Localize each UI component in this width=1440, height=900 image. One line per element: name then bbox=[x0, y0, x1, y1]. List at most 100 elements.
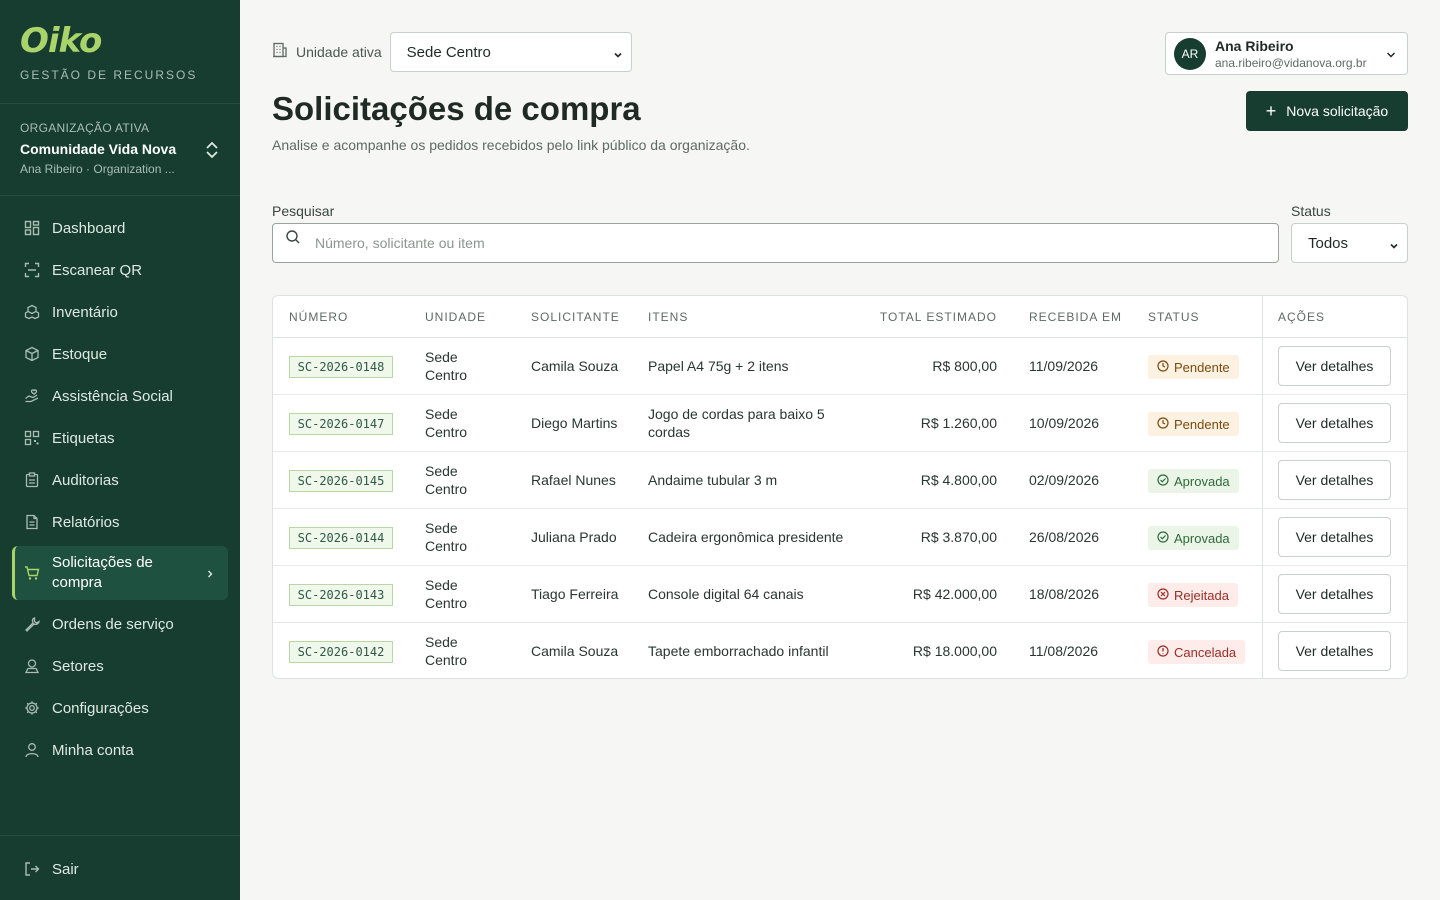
sidebar-item-stock[interactable]: Estoque bbox=[12, 333, 228, 375]
user-email: ana.ribeiro@vidanova.org.br bbox=[1215, 55, 1367, 70]
request-unit: Sede Centro bbox=[425, 349, 468, 383]
request-unit: Sede Centro bbox=[425, 577, 468, 611]
sidebar-item-inventory[interactable]: Inventário bbox=[12, 291, 228, 333]
page-title: Solicitações de compra bbox=[272, 90, 641, 127]
sidebar-item-audits[interactable]: Auditorias bbox=[12, 459, 228, 501]
search-input[interactable]: Número, solicitante ou item bbox=[272, 223, 1279, 263]
request-requester: Camila Souza bbox=[531, 643, 619, 659]
request-requester: Tiago Ferreira bbox=[531, 586, 619, 602]
table-row: SC-2026-0143 Sede Centro Tiago Ferreira Con… bbox=[273, 566, 1407, 623]
sector-icon bbox=[24, 658, 40, 674]
view-details-button[interactable]: Ver detalhes bbox=[1278, 574, 1391, 614]
sidebar-item-label: Estoque bbox=[52, 345, 108, 363]
logout-label: Sair bbox=[52, 860, 79, 878]
sidebar-item-sectors[interactable]: Setores bbox=[12, 645, 228, 687]
header-number[interactable]: NÚMERO bbox=[289, 310, 348, 324]
request-items: Andaime tubular 3 m bbox=[648, 472, 778, 488]
new-request-button[interactable]: + Nova solicitação bbox=[1246, 91, 1408, 131]
logout-button[interactable]: Sair bbox=[12, 848, 228, 890]
org-switcher[interactable]: ORGANIZAÇÃO ATIVA Comunidade Vida Nova A… bbox=[0, 104, 240, 196]
request-requester: Camila Souza bbox=[531, 358, 619, 374]
org-name: Comunidade Vida Nova bbox=[20, 141, 177, 157]
view-details-button[interactable]: Ver detalhes bbox=[1278, 346, 1391, 386]
wrench-icon bbox=[24, 616, 40, 632]
header-unit[interactable]: UNIDADE bbox=[425, 310, 486, 324]
header-requester[interactable]: SOLICITANTE bbox=[531, 310, 620, 324]
header-date[interactable]: RECEBIDA EM bbox=[1029, 310, 1122, 324]
view-details-button[interactable]: Ver detalhes bbox=[1278, 517, 1391, 557]
view-details-button[interactable]: Ver detalhes bbox=[1278, 403, 1391, 443]
sidebar-item-service-orders[interactable]: Ordens de serviço bbox=[12, 603, 228, 645]
status-select-value: Todos bbox=[1308, 234, 1349, 252]
status-badge-label: Cancelada bbox=[1174, 644, 1237, 660]
header-total[interactable]: TOTAL ESTIMADO bbox=[880, 310, 997, 324]
sidebar-item-account[interactable]: Minha conta bbox=[12, 729, 228, 771]
search-placeholder: Número, solicitante ou item bbox=[315, 235, 485, 251]
request-number: SC-2026-0143 bbox=[289, 584, 393, 606]
sidebar-item-label: Setores bbox=[52, 657, 104, 675]
user-menu[interactable]: AR Ana Ribeiro ana.ribeiro@vidanova.org.… bbox=[1165, 32, 1408, 75]
request-items: Papel A4 75g + 2 itens bbox=[648, 358, 789, 374]
unit-select-value: Sede Centro bbox=[406, 43, 491, 61]
status-select[interactable]: Todos bbox=[1291, 223, 1408, 263]
request-total: R$ 800,00 bbox=[932, 358, 997, 374]
alert-circle-icon bbox=[1157, 644, 1169, 660]
search-label: Pesquisar bbox=[272, 203, 335, 219]
request-unit: Sede Centro bbox=[425, 634, 468, 668]
sidebar-item-reports[interactable]: Relatórios bbox=[12, 501, 228, 543]
request-number: SC-2026-0145 bbox=[289, 470, 393, 492]
chevron-down-icon bbox=[613, 47, 623, 64]
user-icon bbox=[24, 742, 40, 758]
status-badge: Aprovada bbox=[1148, 469, 1239, 493]
x-circle-icon bbox=[1157, 587, 1169, 603]
sidebar-item-purchase-requests[interactable]: Solicitações de compra bbox=[12, 546, 228, 600]
box-icon bbox=[24, 346, 40, 362]
chevron-down-icon bbox=[1385, 48, 1397, 66]
user-name: Ana Ribeiro bbox=[1215, 37, 1294, 54]
active-unit: Unidade ativa Sede Centro bbox=[272, 32, 632, 72]
clock-icon bbox=[1157, 359, 1169, 375]
status-badge-label: Rejeitada bbox=[1174, 587, 1229, 603]
inventory-icon bbox=[24, 304, 40, 320]
scan-icon bbox=[24, 262, 40, 278]
request-requester: Diego Martins bbox=[531, 415, 618, 431]
sidebar-item-settings[interactable]: Configurações bbox=[12, 687, 228, 729]
request-date: 26/08/2026 bbox=[1029, 529, 1100, 545]
request-date: 18/08/2026 bbox=[1029, 586, 1100, 602]
header-status[interactable]: STATUS bbox=[1148, 310, 1200, 324]
sidebar-item-label: Auditorias bbox=[52, 471, 119, 489]
table-header: NÚMERO UNIDADE SOLICITANTE ITENS TOTAL E… bbox=[273, 296, 1407, 338]
check-circle-icon bbox=[1157, 530, 1169, 546]
status-badge-label: Aprovada bbox=[1174, 473, 1230, 489]
status-badge: Pendente bbox=[1148, 412, 1239, 436]
sidebar-item-scan-qr[interactable]: Escanear QR bbox=[12, 249, 228, 291]
unit-select[interactable]: Sede Centro bbox=[389, 32, 632, 72]
sidebar-item-label: Escanear QR bbox=[52, 261, 143, 279]
page-subtitle: Analise e acompanhe os pedidos recebidos… bbox=[272, 137, 750, 153]
request-items: Tapete emborrachado infantil bbox=[648, 643, 829, 659]
sidebar-item-social-assistance[interactable]: Assistência Social bbox=[12, 375, 228, 417]
check-circle-icon bbox=[1157, 473, 1169, 489]
request-date: 11/09/2026 bbox=[1029, 358, 1099, 374]
logo[interactable]: Oiko bbox=[20, 22, 220, 60]
table-row: SC-2026-0147 Sede Centro Diego Martins Jogo… bbox=[273, 395, 1407, 452]
sidebar-item-label: Etiquetas bbox=[52, 429, 115, 447]
request-items: Jogo de cordas para baixo 5 cordas bbox=[648, 406, 825, 440]
requests-table: NÚMERO UNIDADE SOLICITANTE ITENS TOTAL E… bbox=[272, 295, 1408, 679]
status-badge: Aprovada bbox=[1148, 526, 1239, 550]
request-unit: Sede Centro bbox=[425, 406, 468, 440]
chevron-up-down-icon[interactable] bbox=[204, 140, 220, 160]
view-details-button[interactable]: Ver detalhes bbox=[1278, 460, 1391, 500]
report-icon bbox=[24, 514, 40, 530]
sidebar-item-dashboard[interactable]: Dashboard bbox=[12, 207, 228, 249]
request-number: SC-2026-0142 bbox=[289, 641, 393, 663]
sidebar-item-label: Assistência Social bbox=[52, 387, 173, 405]
sidebar-item-labels[interactable]: Etiquetas bbox=[12, 417, 228, 459]
tagline: GESTÃO DE RECURSOS bbox=[20, 68, 198, 82]
header-items[interactable]: ITENS bbox=[648, 310, 688, 324]
view-details-button[interactable]: Ver detalhes bbox=[1278, 631, 1391, 671]
header-actions: AÇÕES bbox=[1278, 310, 1326, 324]
table-body: SC-2026-0148 Sede Centro Camila Souza Papel… bbox=[273, 338, 1407, 678]
active-unit-label: Unidade ativa bbox=[296, 44, 382, 60]
request-total: R$ 18.000,00 bbox=[912, 643, 997, 659]
